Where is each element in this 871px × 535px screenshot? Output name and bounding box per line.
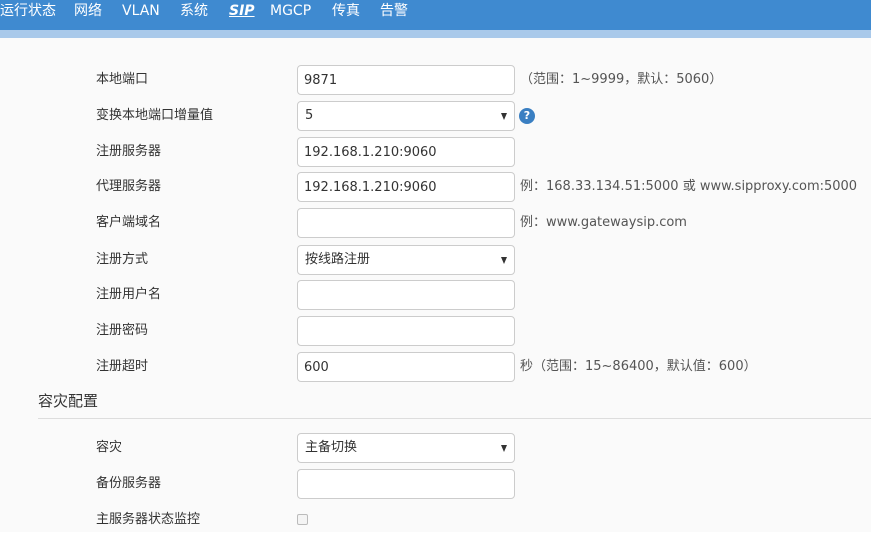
chevron-down-icon [501,113,507,120]
nav-item-alarm[interactable]: 告警 [380,2,408,20]
disaster-mode-row: 容灾 主备切换 [0,433,871,463]
proxy-server-label: 代理服务器 [96,179,162,194]
client-domain-label: 客户端域名 [96,215,162,230]
backup-server-label: 备份服务器 [96,476,162,491]
backup-server-row: 备份服务器 [0,469,871,499]
port-increment-row: 变换本地端口增量值 5 ? [0,101,871,131]
register-password-label: 注册密码 [96,323,149,338]
sub-nav-bar [0,30,871,38]
nav-item-system[interactable]: 系统 [180,2,208,20]
local-port-row: 本地端口 （范围：1~9999，默认：5060） [0,65,871,95]
client-domain-row: 客户端域名 例：www.gatewaysip.com [0,208,871,238]
register-server-input[interactable] [297,137,515,167]
register-timeout-input[interactable] [297,352,515,382]
register-timeout-label: 注册超时 [96,359,149,374]
register-password-input[interactable] [297,316,515,346]
register-server-label: 注册服务器 [96,144,162,159]
register-timeout-hint: 秒（范围：15~86400，默认值：600） [520,359,757,374]
monitor-checkbox[interactable] [297,514,308,525]
proxy-server-hint: 例：168.33.134.51:5000 或 www.sipproxy.com:… [520,179,858,194]
register-timeout-row: 注册超时 秒（范围：15~86400，默认值：600） [0,352,871,382]
monitor-row: 主服务器状态监控 [0,505,871,535]
nav-item-status[interactable]: 运行状态 [0,2,56,20]
client-domain-hint: 例：www.gatewaysip.com [520,215,687,230]
port-increment-value: 5 [305,108,314,123]
local-port-input[interactable] [297,65,515,95]
local-port-label: 本地端口 [96,72,149,87]
nav-item-fax[interactable]: 传真 [332,2,360,20]
nav-item-vlan[interactable]: VLAN [122,2,160,20]
register-user-label: 注册用户名 [96,287,162,302]
question-icon[interactable]: ? [519,108,535,124]
register-mode-label: 注册方式 [96,252,149,267]
proxy-server-input[interactable] [297,172,515,202]
register-password-row: 注册密码 [0,316,871,346]
client-domain-input[interactable] [297,208,515,238]
proxy-server-row: 代理服务器 例：168.33.134.51:5000 或 www.sipprox… [0,172,871,202]
backup-server-input[interactable] [297,469,515,499]
nav-item-network[interactable]: 网络 [74,2,102,20]
disaster-mode-label: 容灾 [96,440,123,455]
nav-item-sip[interactable]: SIP [229,2,255,20]
port-increment-select[interactable]: 5 [297,101,515,131]
disaster-mode-value: 主备切换 [305,440,358,455]
sip-settings-panel: 本地端口 （范围：1~9999，默认：5060） 变换本地端口增量值 5 ? 注… [0,38,871,532]
top-nav: 运行状态 网络 VLAN 系统 SIP MGCP 传真 告警 [0,0,871,30]
register-mode-select[interactable]: 按线路注册 [297,245,515,275]
register-user-input[interactable] [297,280,515,310]
register-user-row: 注册用户名 [0,280,871,310]
chevron-down-icon [501,445,507,452]
register-server-row: 注册服务器 [0,137,871,167]
register-mode-row: 注册方式 按线路注册 [0,245,871,275]
chevron-down-icon [501,257,507,264]
port-increment-label: 变换本地端口增量值 [96,108,214,123]
monitor-label: 主服务器状态监控 [96,512,201,527]
section-divider [38,418,871,419]
section-title-disaster: 容灾配置 [38,392,99,410]
register-mode-value: 按线路注册 [305,252,371,267]
nav-item-mgcp[interactable]: MGCP [270,2,311,20]
disaster-mode-select[interactable]: 主备切换 [297,433,515,463]
local-port-hint: （范围：1~9999，默认：5060） [520,72,723,87]
